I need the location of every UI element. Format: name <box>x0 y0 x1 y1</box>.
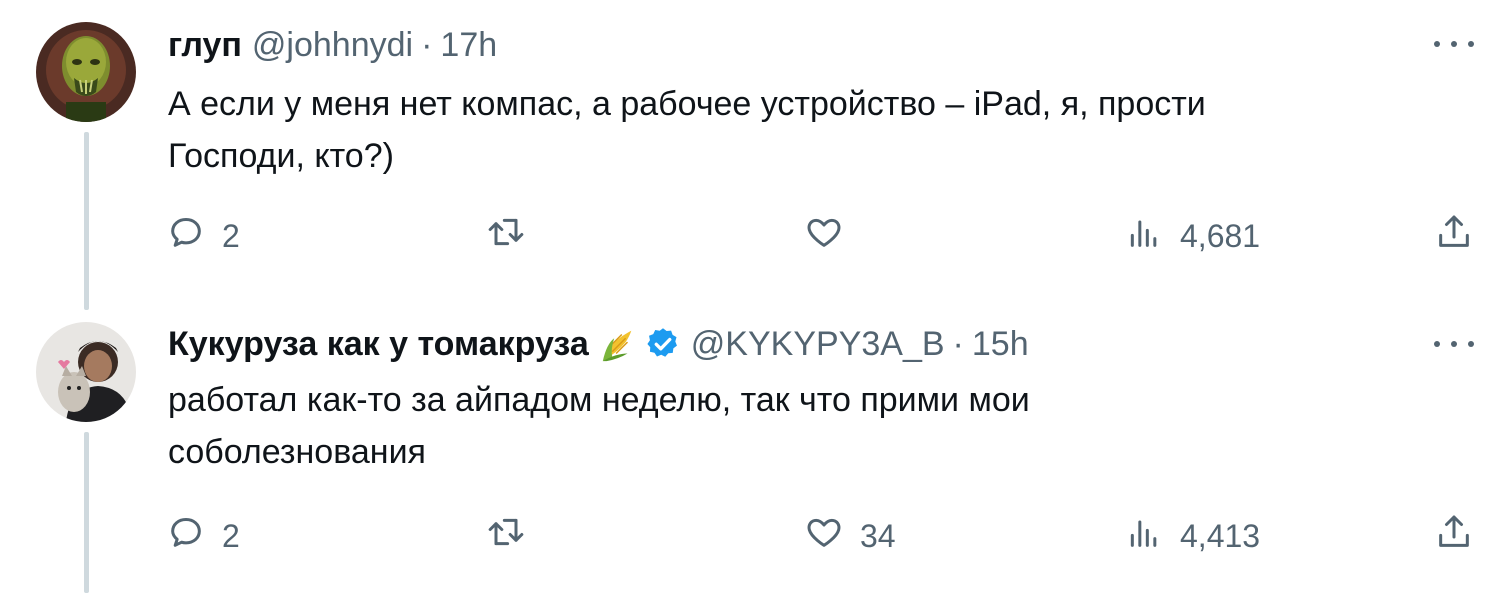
views-icon <box>1124 212 1164 260</box>
share-button[interactable] <box>1434 512 1474 560</box>
retweet-button[interactable] <box>486 512 542 560</box>
views-icon <box>1124 512 1164 560</box>
avatar[interactable] <box>36 322 136 422</box>
tweet-text-line: Господи, кто?) <box>168 137 394 175</box>
reply-button[interactable]: 2 <box>166 512 240 560</box>
reply-icon <box>166 512 206 560</box>
user-handle[interactable]: @KYKYPY3A_B <box>691 324 945 364</box>
user-handle[interactable]: @johhnydi <box>252 25 413 65</box>
more-options-icon[interactable] <box>1434 332 1474 356</box>
views-button[interactable]: 4,681 <box>1124 212 1260 260</box>
corn-emoji-icon <box>599 325 637 363</box>
separator: · <box>421 26 433 64</box>
tweet-text-line: работал как-то за айпадом неделю, так чт… <box>168 381 1030 419</box>
separator: · <box>952 325 964 363</box>
like-button[interactable] <box>804 212 860 260</box>
reply-count: 2 <box>222 517 240 554</box>
retweet-icon <box>486 212 526 260</box>
tweet-text: А если у меня нет компас, а рабочее устр… <box>168 78 1428 182</box>
tweet-1[interactable]: глуп @johhnydi · 17h А если у меня нет к… <box>0 0 1500 310</box>
views-count: 4,681 <box>1180 217 1261 254</box>
retweet-button[interactable] <box>486 212 542 260</box>
display-name[interactable]: глуп <box>168 25 242 65</box>
display-name[interactable]: Кукуруза как у томакруза <box>168 324 589 364</box>
reply-icon <box>166 212 206 260</box>
tweet-header: глуп @johhnydi · 17h <box>168 25 497 65</box>
timestamp[interactable]: 15h <box>972 324 1029 364</box>
verified-badge-icon[interactable] <box>645 326 681 362</box>
tweet-text-line: А если у меня нет компас, а рабочее устр… <box>168 85 1206 123</box>
tweet-2[interactable]: Кукуруза как у томакруза @KYKYPY3A_B · 1… <box>0 310 1500 593</box>
reply-button[interactable]: 2 <box>166 212 240 260</box>
share-icon <box>1434 512 1474 560</box>
name-badges <box>599 325 681 363</box>
avatar[interactable] <box>36 22 136 122</box>
like-count: 34 <box>860 517 896 554</box>
retweet-icon <box>486 512 526 560</box>
like-button[interactable]: 34 <box>804 512 896 560</box>
views-button[interactable]: 4,413 <box>1124 512 1260 560</box>
tweet-header: Кукуруза как у томакруза @KYKYPY3A_B · 1… <box>168 324 1029 364</box>
share-icon <box>1434 212 1474 260</box>
tweet-text: работал как-то за айпадом неделю, так чт… <box>168 374 1428 478</box>
reply-count: 2 <box>222 217 240 254</box>
more-options-icon[interactable] <box>1434 32 1474 56</box>
tweet-actions: 2 4,681 <box>0 212 1500 262</box>
tweet-actions: 2 34 4,413 <box>0 512 1500 562</box>
heart-icon <box>804 512 844 560</box>
timestamp[interactable]: 17h <box>440 25 497 65</box>
heart-icon <box>804 212 844 260</box>
views-count: 4,413 <box>1180 517 1261 554</box>
share-button[interactable] <box>1434 212 1474 260</box>
tweet-text-line: соболезнования <box>168 433 426 471</box>
